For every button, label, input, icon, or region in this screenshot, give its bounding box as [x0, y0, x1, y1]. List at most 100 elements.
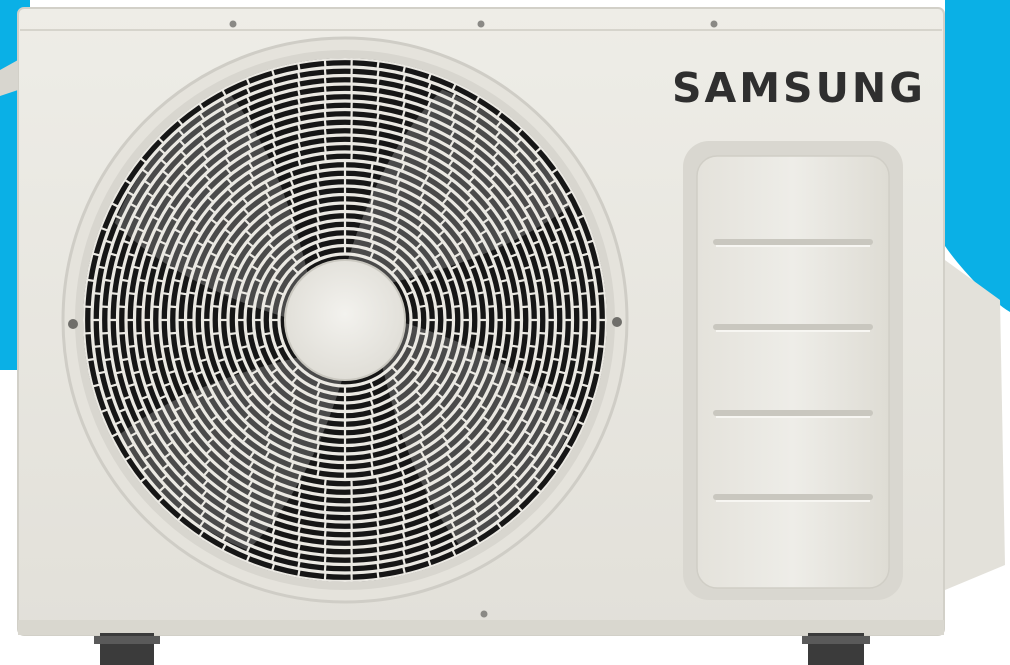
- grille-spoke: [452, 331, 462, 336]
- grille-spoke: [562, 292, 572, 296]
- grille-spoke: [134, 305, 144, 309]
- grille-spoke: [376, 69, 380, 78]
- grille-spoke: [510, 344, 520, 349]
- screw-top-middle: [477, 20, 485, 28]
- grille-spoke: [469, 304, 479, 308]
- grille-spoke: [376, 570, 380, 580]
- grille-spoke: [579, 344, 589, 348]
- grille-spoke: [568, 278, 578, 283]
- grille-spoke: [537, 331, 547, 335]
- screw-top-left: [229, 20, 237, 28]
- grille-spoke: [376, 86, 380, 95]
- grille-spoke: [376, 510, 380, 520]
- grille-spoke: [555, 331, 564, 335]
- unit-side-panel: [938, 255, 1005, 590]
- grille-spoke: [316, 162, 320, 172]
- grille-spoke: [86, 357, 96, 362]
- grille-spoke: [435, 304, 445, 309]
- grille-spoke: [323, 144, 327, 154]
- grille-spoke: [117, 331, 127, 335]
- grille-spoke: [376, 527, 380, 537]
- grille-spoke: [117, 305, 127, 309]
- grille-spoke: [110, 292, 120, 296]
- panel-slot: [713, 324, 873, 330]
- grille-spoke: [127, 291, 137, 296]
- grille-spoke: [323, 555, 327, 564]
- panel-slot: [713, 494, 873, 500]
- grille-spoke: [376, 553, 380, 563]
- grille-spoke: [323, 153, 327, 162]
- grille-spoke: [376, 112, 380, 121]
- grille-spoke: [376, 519, 380, 528]
- grille-spoke: [323, 478, 327, 487]
- grille-spoke: [194, 304, 204, 308]
- grille-spoke: [297, 568, 301, 578]
- grille-spoke: [110, 344, 120, 348]
- grille-spoke: [316, 468, 320, 478]
- grille-spoke: [452, 304, 462, 309]
- grille-spoke: [370, 162, 374, 172]
- grille-spoke: [151, 305, 161, 309]
- grille-spoke: [323, 127, 327, 137]
- grille-spoke: [435, 331, 445, 336]
- grille-spoke: [323, 118, 327, 128]
- grille-spoke: [151, 331, 161, 335]
- grille-spoke: [323, 59, 327, 68]
- grille-spoke: [376, 60, 380, 70]
- grille-spoke: [418, 304, 427, 309]
- grille-spoke: [323, 67, 327, 77]
- grille-spoke: [370, 459, 374, 469]
- grille-spoke: [376, 545, 380, 554]
- grille-spoke: [586, 357, 595, 362]
- panel-slot: [713, 239, 873, 245]
- grille-spoke: [493, 291, 503, 295]
- grille-spoke: [323, 520, 327, 530]
- grille-spoke: [503, 305, 513, 309]
- grille-spoke: [376, 77, 380, 87]
- grille-spoke: [120, 278, 130, 283]
- grille-spoke: [323, 572, 327, 581]
- grille-spoke: [418, 331, 427, 336]
- grille-spoke: [579, 292, 589, 296]
- grille-spoke: [568, 357, 578, 362]
- grille-spoke: [323, 546, 327, 556]
- grille-spoke: [537, 305, 547, 309]
- grille-spoke: [596, 344, 606, 348]
- grille-spoke: [86, 278, 96, 283]
- grille-spoke: [120, 357, 130, 362]
- grille-spoke: [375, 493, 380, 503]
- grille-spoke: [103, 357, 113, 362]
- grille-spoke: [178, 291, 188, 296]
- grille-spoke: [323, 110, 327, 120]
- grille-spoke: [245, 304, 255, 309]
- grille-spoke: [376, 501, 380, 511]
- grille-spoke: [562, 344, 572, 348]
- grille-spoke: [194, 332, 204, 336]
- grille-spoke: [323, 486, 327, 496]
- grille-spoke: [323, 503, 327, 513]
- grille-spoke: [323, 101, 327, 111]
- grille-spoke: [93, 344, 103, 348]
- grille-spoke: [375, 137, 380, 147]
- grille-spoke: [551, 278, 561, 283]
- grille-spoke: [228, 331, 238, 336]
- grille-spoke: [228, 304, 238, 309]
- fan-hub: [284, 259, 406, 381]
- grille-spoke: [297, 71, 301, 80]
- grille-spoke: [245, 331, 255, 336]
- grille-spoke: [178, 344, 188, 349]
- grille-spoke: [370, 468, 374, 478]
- grille-spoke: [323, 93, 327, 102]
- grille-spoke: [486, 332, 496, 336]
- grille-spoke: [103, 278, 113, 283]
- grille-spoke: [297, 560, 301, 569]
- grille-spoke: [493, 345, 503, 349]
- grille-spoke: [316, 171, 320, 181]
- mounting-foot-right: [802, 633, 870, 665]
- grille-spoke: [586, 278, 595, 283]
- screw-top-right: [710, 20, 718, 28]
- screw-bottom: [480, 610, 488, 618]
- panel-slot: [713, 410, 873, 416]
- grille-spoke: [263, 331, 272, 336]
- grille-spoke: [503, 331, 513, 335]
